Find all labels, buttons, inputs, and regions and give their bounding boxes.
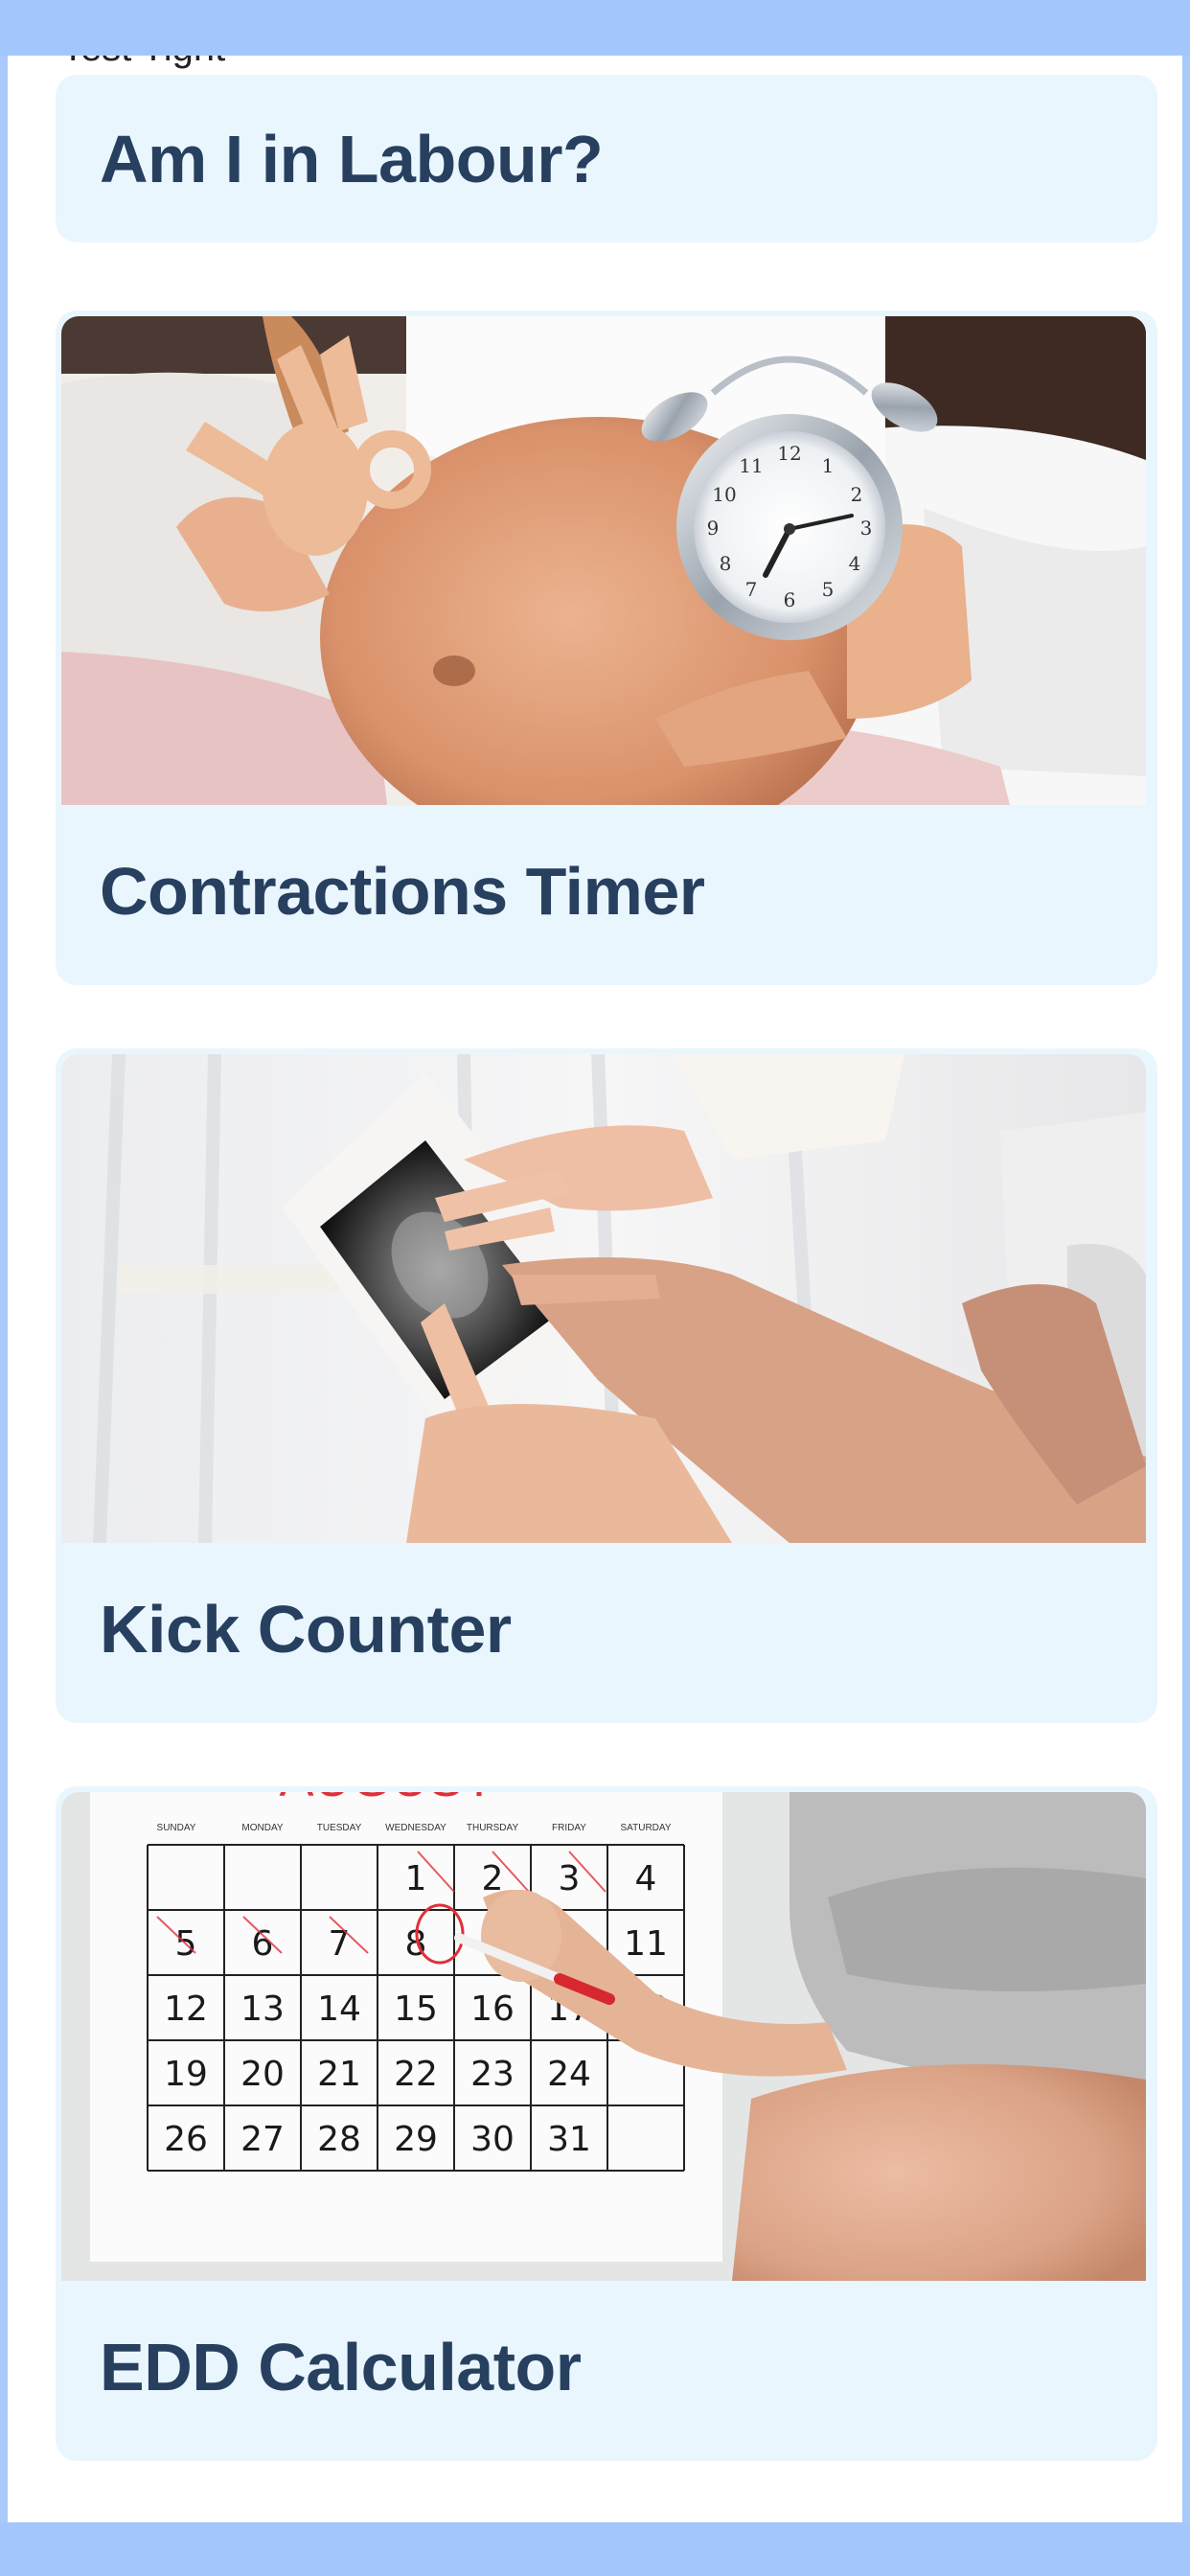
- calendar-day-number: 7: [329, 1924, 351, 1964]
- card-title: EDD Calculator: [100, 2330, 582, 2404]
- kick-counter-image: [61, 1054, 1146, 1543]
- calendar-day-number: 22: [394, 2055, 438, 2094]
- svg-text:3: 3: [860, 517, 873, 540]
- calendar-day-number: 26: [164, 2120, 208, 2159]
- svg-text:12: 12: [777, 442, 801, 465]
- calendar-day-number: 28: [317, 2120, 361, 2159]
- svg-text:8: 8: [720, 552, 732, 575]
- calendar-day-number: 13: [240, 1990, 285, 2029]
- bottom-bar: [0, 2522, 1190, 2576]
- card-am-i-in-labour[interactable]: Am I in Labour?: [56, 75, 1157, 242]
- card-contractions-timer[interactable]: 12 1 2 3 4 5 6 7 8 9 10 11 Contractions …: [56, 310, 1157, 985]
- edd-calculator-image: AUGUST SUNDAY MONDAY TUESDAY WEDNESDAY THURS…: [61, 1792, 1146, 2281]
- card-edd-calculator[interactable]: AUGUST SUNDAY MONDAY TUESDAY WEDNESDAY THURS…: [56, 1786, 1157, 2461]
- card-title: Am I in Labour?: [100, 122, 604, 196]
- card-title: Kick Counter: [100, 1592, 512, 1667]
- calendar-day-number: 20: [240, 2055, 285, 2094]
- calendar-day-number: 29: [394, 2120, 438, 2159]
- svg-text:11: 11: [739, 454, 763, 477]
- calendar-weekday-label: THURSDAY: [467, 1823, 519, 1833]
- svg-text:4: 4: [849, 552, 861, 575]
- calendar-day-number: 31: [547, 2120, 591, 2159]
- svg-text:1: 1: [822, 454, 835, 477]
- calendar-day-number: 21: [317, 2055, 361, 2094]
- card-kick-counter[interactable]: Kick Counter: [56, 1048, 1157, 1723]
- svg-text:6: 6: [784, 588, 796, 611]
- calendar-day-number: 1: [405, 1859, 427, 1898]
- contractions-timer-image: 12 1 2 3 4 5 6 7 8 9 10 11: [61, 316, 1146, 805]
- partial-header-text: Test Tight: [61, 56, 225, 67]
- svg-text:9: 9: [707, 517, 720, 540]
- calendar-day-number: 6: [252, 1924, 274, 1964]
- card-title: Contractions Timer: [100, 854, 705, 929]
- calendar-day-number: 12: [164, 1990, 208, 2029]
- calendar-day-number: 4: [635, 1859, 657, 1898]
- calendar-weekday-label: FRIDAY: [552, 1823, 586, 1833]
- calendar-day-number: 11: [624, 1924, 668, 1964]
- calendar-day-number: 16: [470, 1990, 515, 2029]
- calendar-day-number: 23: [470, 2055, 515, 2094]
- calendar-weekday-label: MONDAY: [241, 1823, 283, 1833]
- calendar-month-label: AUGUST: [279, 1792, 494, 1807]
- calendar-day-number: 19: [164, 2055, 208, 2094]
- calendar-day-number: 15: [394, 1990, 438, 2029]
- svg-text:5: 5: [822, 578, 835, 601]
- calendar-day-number: 30: [470, 2120, 515, 2159]
- calendar-day-number: 27: [240, 2120, 285, 2159]
- svg-text:7: 7: [745, 578, 758, 601]
- svg-text:10: 10: [712, 483, 736, 506]
- content-panel: Test Tight Am I in Labour?: [8, 56, 1182, 2522]
- calendar-day-number: 3: [559, 1859, 581, 1898]
- calendar-weekday-label: SUNDAY: [157, 1823, 196, 1833]
- svg-text:2: 2: [851, 483, 863, 506]
- calendar-weekday-label: SATURDAY: [621, 1823, 672, 1833]
- calendar-weekday-label: WEDNESDAY: [385, 1823, 446, 1833]
- calendar-day-number: 24: [547, 2055, 591, 2094]
- calendar-day-number: 14: [317, 1990, 361, 2029]
- calendar-weekday-label: TUESDAY: [317, 1823, 362, 1833]
- top-status-bar: [0, 0, 1190, 56]
